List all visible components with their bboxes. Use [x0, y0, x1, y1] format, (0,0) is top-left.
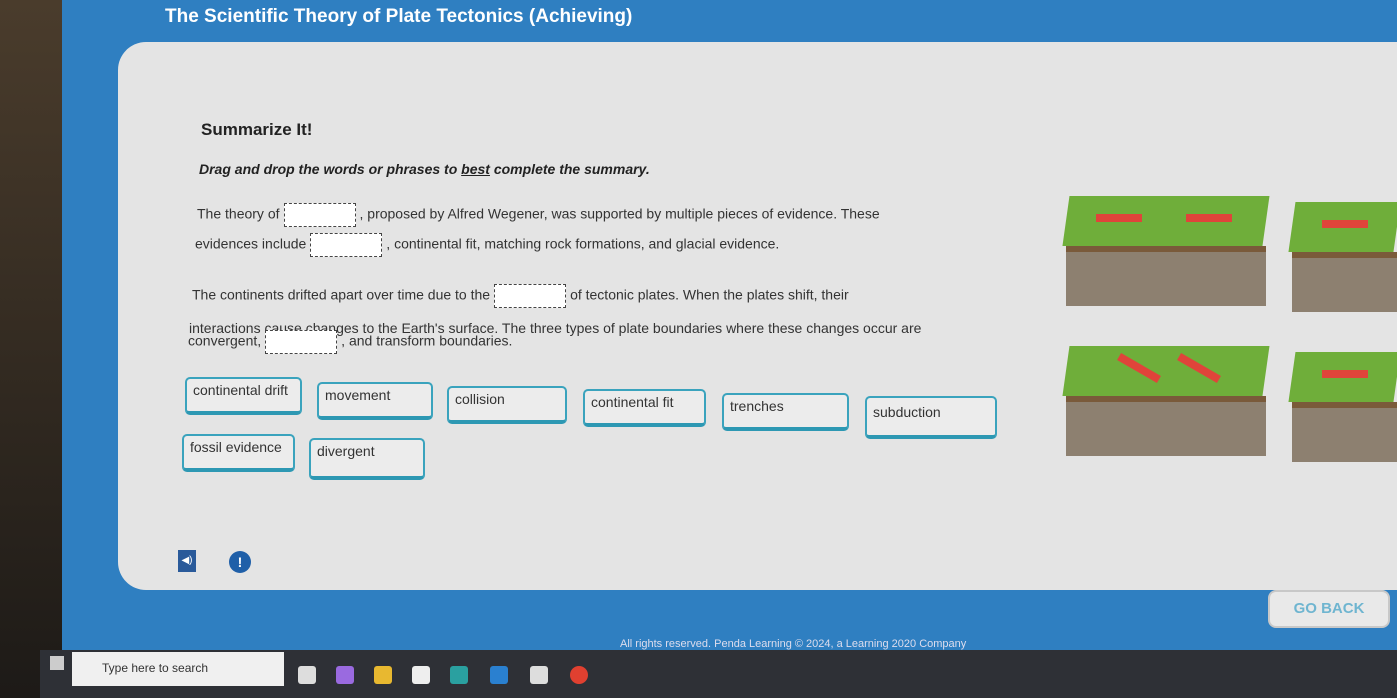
- word-tile[interactable]: movement: [317, 382, 433, 420]
- summary-line: The theory of, proposed by Alfred Wegene…: [197, 203, 880, 227]
- summary-line: evidences include, continental fit, matc…: [195, 233, 779, 257]
- edge-icon[interactable]: [450, 666, 468, 684]
- go-back-button[interactable]: GO BACK: [1268, 590, 1390, 628]
- word-tile[interactable]: subduction: [865, 396, 997, 439]
- word-tile[interactable]: trenches: [722, 393, 849, 431]
- divergent-boundary-diagram: [1062, 346, 1270, 456]
- footer-copyright: All rights reserved. Penda Learning © 20…: [620, 638, 967, 650]
- drop-zone-2[interactable]: [310, 233, 383, 257]
- instruction: Drag and drop the words or phrases to be…: [199, 161, 650, 177]
- file-explorer-icon[interactable]: [374, 666, 392, 684]
- audio-icon[interactable]: ◀): [178, 550, 196, 572]
- page-title: The Scientific Theory of Plate Tectonics…: [165, 6, 633, 27]
- drop-zone-4[interactable]: [265, 330, 338, 354]
- info-icon[interactable]: !: [229, 551, 251, 573]
- app-icon[interactable]: [530, 666, 548, 684]
- mail-icon[interactable]: [490, 666, 508, 684]
- monitor-bezel: [0, 0, 70, 698]
- summary-line: convergent,, and transform boundaries.: [188, 330, 512, 354]
- chrome-icon[interactable]: [570, 666, 588, 684]
- word-tile[interactable]: continental fit: [583, 389, 706, 427]
- store-icon[interactable]: [412, 666, 430, 684]
- task-view-icon[interactable]: [298, 666, 316, 684]
- drop-zone-1[interactable]: [283, 203, 356, 227]
- windows-start-icon[interactable]: [50, 656, 64, 670]
- drop-zone-3[interactable]: [494, 284, 567, 308]
- word-tile[interactable]: collision: [447, 386, 567, 424]
- plate-diagram: [1288, 202, 1397, 312]
- taskbar-search[interactable]: Type here to search: [72, 652, 284, 686]
- convergent-boundary-diagram: [1062, 196, 1270, 306]
- word-tile[interactable]: continental drift: [185, 377, 302, 415]
- transform-boundary-diagram: [1288, 352, 1397, 462]
- word-tile[interactable]: fossil evidence: [182, 434, 295, 472]
- section-heading: Summarize It!: [201, 120, 313, 139]
- summary-line: The continents drifted apart over time d…: [192, 284, 849, 308]
- word-tile[interactable]: divergent: [309, 438, 425, 480]
- copilot-icon[interactable]: [336, 666, 354, 684]
